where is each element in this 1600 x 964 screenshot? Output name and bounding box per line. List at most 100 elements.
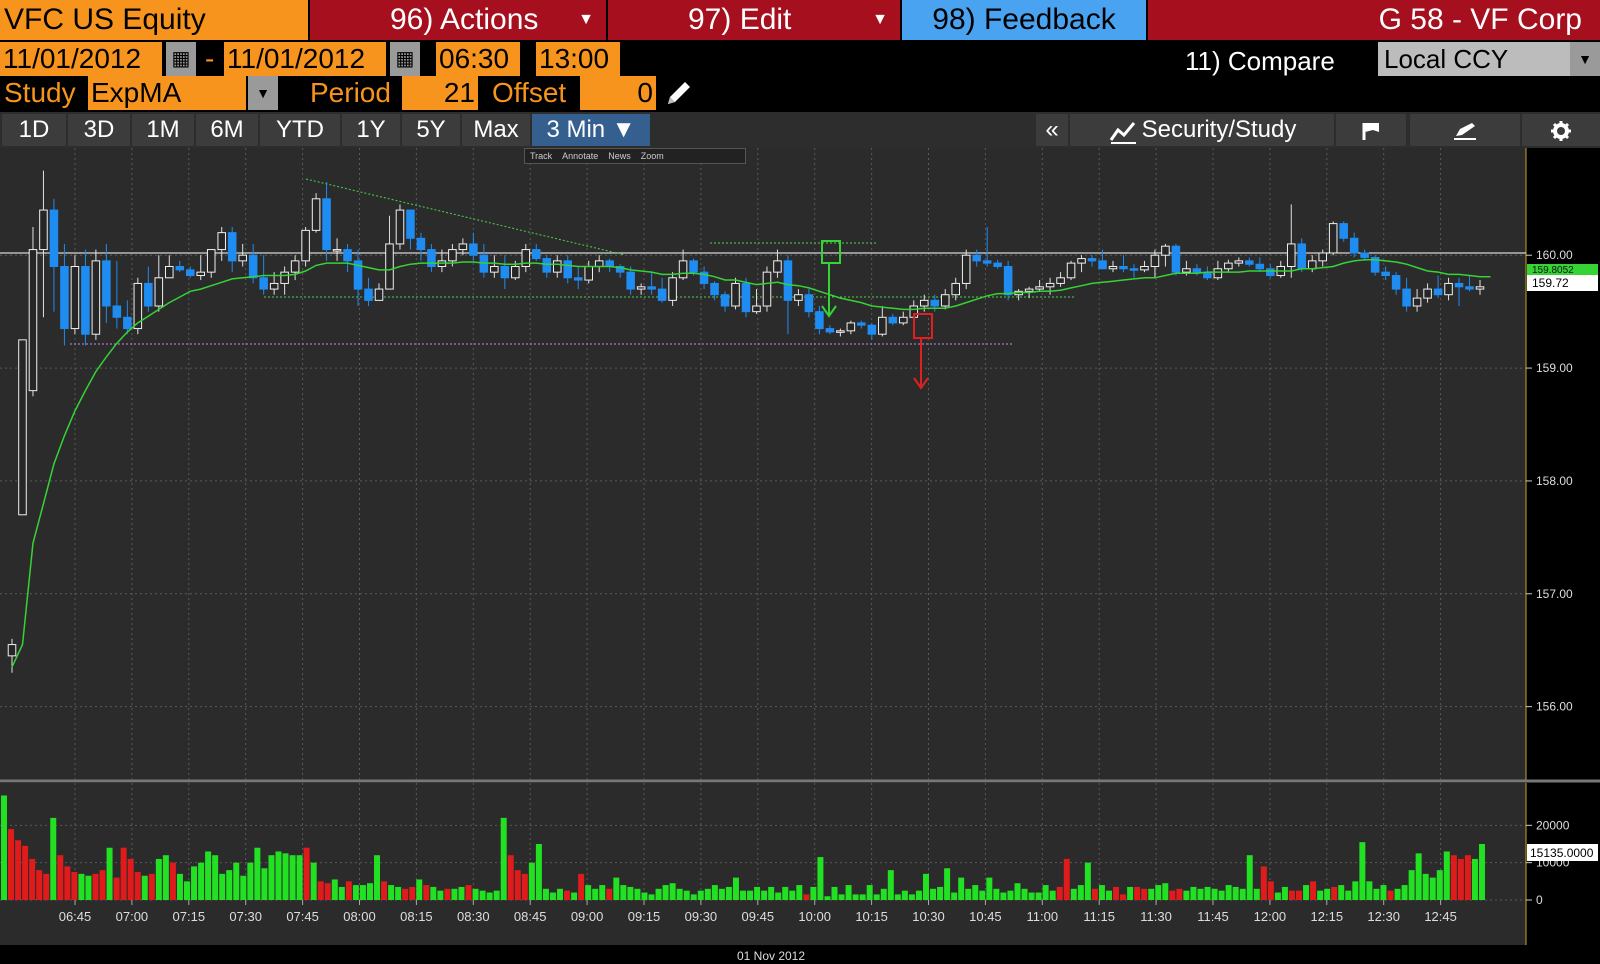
volume-bar [1288, 890, 1295, 900]
last-price-label: 159.72 [1527, 274, 1598, 291]
ticker-field[interactable]: VFC US Equity [0, 0, 308, 40]
volume-bar [1035, 892, 1042, 900]
volume-bar [1007, 890, 1014, 900]
pencil-icon[interactable] [664, 78, 694, 108]
candle-body [836, 330, 845, 333]
candle [91, 249, 101, 340]
candle-body [448, 249, 457, 262]
candle-body [39, 209, 48, 251]
candle-body [280, 271, 289, 284]
study-select[interactable]: ExpMA [88, 76, 246, 110]
candle-body [322, 198, 331, 251]
edit-annotations-button[interactable] [1410, 114, 1520, 146]
x-tick-label: 10:00 [798, 909, 831, 924]
candle-body [532, 249, 541, 260]
end-time-field[interactable]: 13:00 [536, 42, 620, 76]
volume-bar [768, 886, 775, 900]
range-button-1m[interactable]: 1M [132, 114, 194, 146]
volume-bar [233, 862, 240, 900]
range-button-ytd[interactable]: YTD [260, 114, 340, 146]
volume-bar [169, 862, 176, 900]
volume-bar [113, 877, 120, 900]
end-date-field[interactable]: 11/01/2012 [224, 42, 386, 76]
settings-button[interactable] [1522, 114, 1600, 146]
start-time-field[interactable]: 06:30 [436, 42, 520, 76]
volume-bar [71, 872, 78, 900]
flag-button[interactable] [1336, 114, 1406, 146]
candle-body [899, 316, 908, 324]
tool-annotate[interactable]: Annotate [557, 149, 603, 163]
actions-label: 96) Actions [390, 3, 539, 36]
volume-bar [430, 886, 437, 900]
volume-bar [437, 890, 444, 900]
tool-news[interactable]: News [603, 149, 636, 163]
volume-bar [1084, 862, 1091, 900]
volume-bar [697, 890, 704, 900]
candle-body [888, 316, 898, 324]
price-volume-chart[interactable]: 156.00157.00158.00159.00160.00 010000200… [0, 148, 1600, 964]
currency-select[interactable]: Local CCY [1378, 42, 1570, 76]
volume-bar [134, 872, 141, 900]
range-button-3d[interactable]: 3D [68, 114, 130, 146]
candle-body [1318, 252, 1327, 262]
candle-body [878, 316, 887, 335]
feedback-button[interactable]: 98) Feedback [902, 0, 1146, 40]
volume-bar [310, 862, 317, 900]
volume-bar [92, 873, 99, 900]
volume-bar [1190, 886, 1197, 900]
chevron-down-icon[interactable]: ▼ [1570, 42, 1600, 76]
volume-bar [472, 888, 479, 900]
edit-menu-button[interactable]: 97) Edit ▼ [608, 0, 900, 40]
volume-bar [1345, 890, 1352, 900]
volume-bar [831, 886, 838, 900]
volume-bar [1049, 890, 1056, 900]
chevron-down-icon[interactable]: ▼ [248, 76, 278, 110]
svg-text:15135.0000: 15135.0000 [1530, 846, 1594, 860]
volume-bar [78, 873, 85, 900]
security-study-button[interactable]: Security/Study [1070, 114, 1334, 146]
volume-bar [944, 868, 951, 900]
volume-bar [1415, 853, 1422, 900]
study-label: Study [4, 77, 76, 108]
offset-field[interactable]: 0 [580, 76, 656, 110]
volume-bar [1246, 855, 1253, 900]
volume-bar [402, 888, 409, 900]
candle-body [259, 277, 268, 290]
compare-button[interactable]: 11) Compare [1185, 44, 1335, 78]
calendar-icon[interactable]: ▦ [390, 42, 420, 76]
volume-bar [1429, 877, 1436, 900]
period-field[interactable]: 21 [402, 76, 478, 110]
volume-bar [683, 890, 690, 900]
volume-bar [754, 886, 761, 900]
range-button-5y[interactable]: 5Y [402, 114, 460, 146]
candle-body [1307, 260, 1317, 270]
calendar-icon[interactable]: ▦ [166, 42, 196, 76]
volume-bar [374, 855, 381, 900]
x-tick-label: 08:30 [457, 909, 490, 924]
start-date-field[interactable]: 11/01/2012 [0, 42, 162, 76]
volume-bar [796, 885, 803, 900]
candle-body [678, 260, 688, 279]
candle-body [7, 644, 17, 657]
candle-body [1423, 288, 1432, 299]
candle-body [1412, 297, 1422, 307]
volume-bar [1014, 883, 1021, 900]
volume-bar [514, 870, 521, 900]
candle [1066, 260, 1076, 281]
interval-select[interactable]: 3 Min ▼ [532, 114, 650, 146]
range-button-1d[interactable]: 1D [2, 114, 66, 146]
tool-track[interactable]: Track [525, 149, 557, 163]
candle-body [1266, 268, 1275, 277]
candle-body [794, 294, 803, 301]
volume-bar [1042, 885, 1049, 900]
tool-zoom[interactable]: Zoom [636, 149, 669, 163]
range-button-max[interactable]: Max [462, 114, 530, 146]
candle-body [332, 249, 342, 252]
actions-menu-button[interactable]: 96) Actions ▼ [310, 0, 606, 40]
collapse-button[interactable]: « [1036, 114, 1068, 146]
range-button-6m[interactable]: 6M [196, 114, 258, 146]
volume-bar [409, 886, 416, 900]
volume-bar [1176, 888, 1183, 900]
range-button-1y[interactable]: 1Y [342, 114, 400, 146]
volume-bar [1120, 894, 1127, 900]
